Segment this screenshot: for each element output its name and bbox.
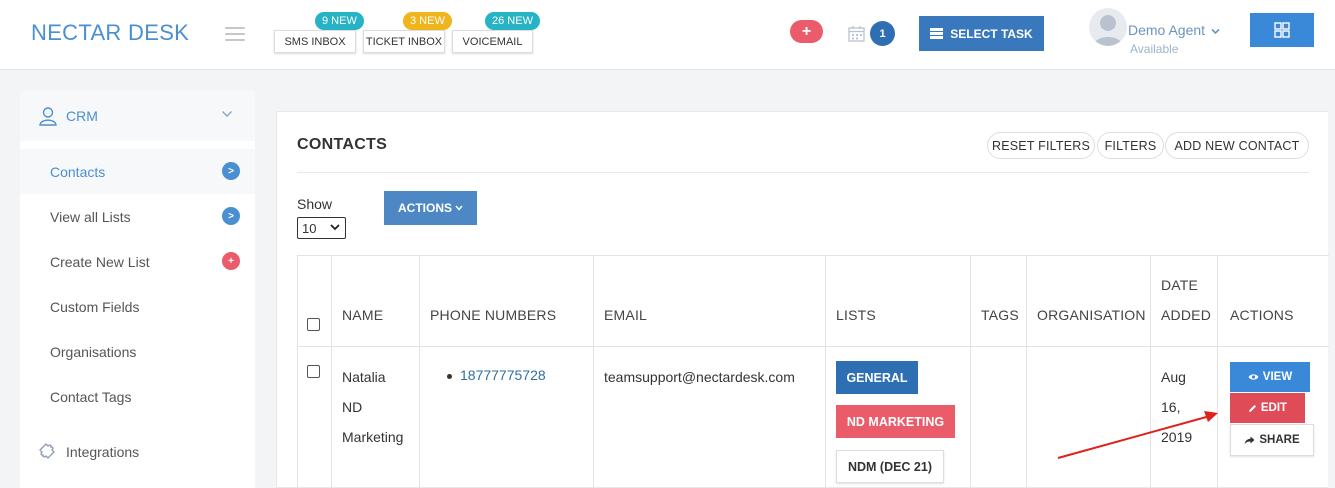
column-header-actions: ACTIONS bbox=[1230, 307, 1294, 323]
voicemail-button[interactable]: VOICEMAIL bbox=[452, 30, 533, 53]
list-tag-nd-marketing[interactable]: ND MARKETING bbox=[836, 405, 955, 438]
chevron-down-icon bbox=[1211, 28, 1220, 35]
sidebar-section-integrations[interactable]: Integrations bbox=[20, 431, 255, 473]
sidebar-item-custom-fields[interactable]: Custom Fields bbox=[20, 284, 255, 329]
calendar-count-badge: 1 bbox=[870, 21, 895, 46]
row-checkbox[interactable] bbox=[307, 365, 320, 378]
column-header-tags[interactable]: TAGS bbox=[981, 307, 1019, 323]
column-header-email[interactable]: EMAIL bbox=[604, 307, 647, 323]
list-tag-general[interactable]: GENERAL bbox=[836, 361, 918, 394]
ticket-inbox-badge: 3 NEW bbox=[403, 12, 452, 30]
list-bullet bbox=[447, 374, 452, 379]
contact-name-line3[interactable]: Marketing bbox=[342, 422, 403, 452]
grid-icon bbox=[1274, 22, 1290, 38]
sidebar-item-create-new-list[interactable]: Create New List + bbox=[20, 239, 255, 284]
eye-icon bbox=[1248, 374, 1259, 380]
sms-inbox-badge: 9 NEW bbox=[315, 12, 364, 30]
sidebar-item-organisations[interactable]: Organisations bbox=[20, 329, 255, 374]
sms-inbox-button[interactable]: SMS INBOX bbox=[274, 30, 356, 53]
quick-add-button[interactable]: + bbox=[790, 20, 823, 43]
calendar-icon[interactable] bbox=[848, 25, 865, 42]
ticket-inbox-button[interactable]: TICKET INBOX bbox=[363, 30, 445, 53]
chevron-down-icon bbox=[222, 111, 232, 117]
column-header-date-added-line2[interactable]: ADDED bbox=[1161, 307, 1211, 323]
voicemail-badge: 26 NEW bbox=[485, 12, 540, 30]
plus-icon: + bbox=[801, 22, 812, 40]
arrow-right-icon: > bbox=[222, 207, 240, 225]
apps-grid-button[interactable] bbox=[1250, 13, 1314, 47]
select-all-checkbox[interactable] bbox=[307, 318, 320, 331]
brand-logo[interactable]: NECTAR DESK bbox=[31, 20, 189, 46]
sidebar-item-contacts[interactable]: Contacts > bbox=[20, 149, 255, 194]
contact-phone-link[interactable]: 18777775728 bbox=[460, 367, 546, 383]
column-header-organisation[interactable]: ORGANISATION bbox=[1037, 307, 1146, 323]
task-list-icon bbox=[930, 28, 944, 39]
chevron-down-icon bbox=[330, 224, 340, 231]
contact-name-line2[interactable]: ND bbox=[342, 392, 362, 422]
column-header-phone[interactable]: PHONE NUMBERS bbox=[430, 307, 556, 323]
contact-name-line1[interactable]: Natalia bbox=[342, 362, 386, 392]
column-header-date-added-line1[interactable]: DATE bbox=[1161, 277, 1198, 293]
date-added-line1: Aug bbox=[1161, 369, 1186, 385]
agent-menu[interactable]: Demo Agent bbox=[1128, 22, 1220, 38]
chevron-down-icon bbox=[455, 205, 463, 211]
plus-icon: + bbox=[222, 252, 240, 270]
reset-filters-button[interactable]: RESET FILTERS bbox=[987, 132, 1095, 159]
sidebar-item-contact-tags[interactable]: Contact Tags bbox=[20, 374, 255, 419]
column-header-name[interactable]: NAME bbox=[342, 307, 383, 323]
share-icon bbox=[1244, 436, 1255, 444]
arrow-right-icon: > bbox=[222, 162, 240, 180]
add-new-contact-button[interactable]: ADD NEW CONTACT bbox=[1165, 132, 1309, 159]
page-size-select[interactable]: 10 bbox=[297, 217, 346, 239]
sidebar: CRM Contacts > View all Lists > Create N… bbox=[20, 91, 255, 488]
agent-status: Available bbox=[1130, 42, 1179, 56]
share-contact-button[interactable]: SHARE bbox=[1230, 424, 1314, 456]
user-silhouette-icon bbox=[1093, 15, 1123, 46]
agent-avatar[interactable] bbox=[1089, 8, 1127, 46]
select-task-button[interactable]: SELECT TASK bbox=[919, 16, 1044, 51]
filters-button[interactable]: FILTERS bbox=[1097, 132, 1164, 159]
puzzle-icon bbox=[39, 443, 55, 459]
sidebar-section-crm[interactable]: CRM bbox=[20, 91, 255, 141]
sidebar-section-label: CRM bbox=[66, 108, 98, 124]
menu-toggle-icon[interactable] bbox=[225, 27, 245, 41]
edit-contact-button[interactable]: EDIT bbox=[1230, 393, 1305, 423]
column-header-lists[interactable]: LISTS bbox=[836, 307, 876, 323]
view-contact-button[interactable]: VIEW bbox=[1230, 362, 1310, 392]
list-tag-ndm-dec-21[interactable]: NDM (DEC 21) bbox=[836, 450, 944, 483]
annotation-arrow-icon bbox=[1057, 411, 1218, 459]
divider bbox=[297, 172, 1309, 173]
contact-email: teamsupport@nectardesk.com bbox=[604, 369, 795, 385]
sidebar-item-view-all-lists[interactable]: View all Lists > bbox=[20, 194, 255, 239]
user-icon bbox=[39, 107, 57, 126]
page-title: CONTACTS bbox=[297, 136, 388, 153]
bulk-actions-button[interactable]: ACTIONS bbox=[384, 191, 477, 225]
top-header: NECTAR DESK SMS INBOX 9 NEW TICKET INBOX… bbox=[0, 0, 1335, 70]
show-label: Show bbox=[297, 196, 333, 212]
pencil-icon bbox=[1248, 404, 1256, 412]
